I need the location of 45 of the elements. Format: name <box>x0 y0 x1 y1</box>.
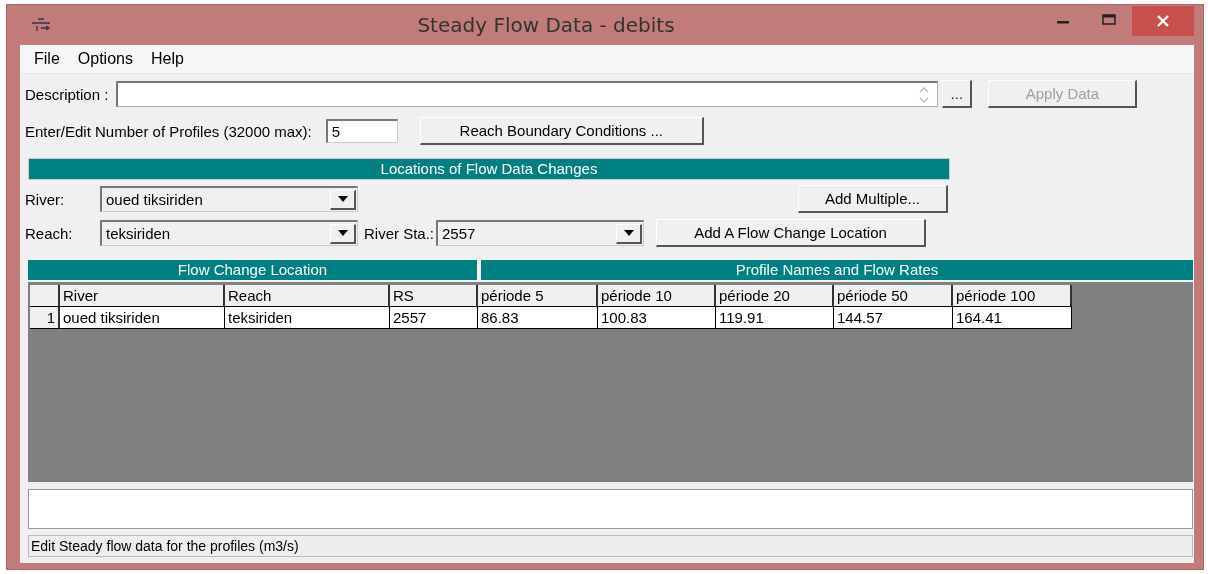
column-header: River <box>60 285 225 307</box>
river-station-dropdown[interactable]: 2557 <box>436 220 645 246</box>
river-dropdown[interactable]: oued tiksiriden <box>100 186 358 212</box>
table-group-header: Flow Change Location <box>28 260 477 280</box>
profiles-label: Enter/Edit Number of Profiles (32000 max): <box>25 122 312 140</box>
table-cell[interactable]: 164.41 <box>953 307 1072 329</box>
reach-boundary-button[interactable]: Reach Boundary Conditions ... <box>419 117 704 145</box>
window-title: Steady Flow Data - debits <box>416 13 676 37</box>
table-cell[interactable]: oued tiksiriden <box>60 307 225 329</box>
section-header: Locations of Flow Data Changes <box>28 158 950 180</box>
app-icon <box>30 17 52 33</box>
table-cell[interactable]: teksiriden <box>225 307 390 329</box>
menu-item[interactable]: Help <box>141 50 193 68</box>
table-cell[interactable]: 144.57 <box>834 307 953 329</box>
column-header: période 50 <box>834 285 953 307</box>
column-header: période 5 <box>478 285 598 307</box>
column-header: période 10 <box>598 285 716 307</box>
column-header: RS <box>390 285 478 307</box>
corner-cell <box>30 285 60 307</box>
reach-label: Reach: <box>25 224 74 242</box>
dropdown-arrow-icon <box>623 230 634 236</box>
description-field[interactable] <box>116 81 939 107</box>
menu-item[interactable]: Options <box>68 50 142 68</box>
dropdown-arrow-icon <box>337 196 348 202</box>
column-header: période 20 <box>716 285 834 307</box>
table-cell[interactable]: 86.83 <box>478 307 598 329</box>
description-label: Description : <box>25 85 109 103</box>
more-button[interactable]: ... <box>942 80 973 108</box>
close-icon[interactable] <box>1132 6 1194 36</box>
status-bar: Edit Steady flow data for the profiles (m3/s) <box>28 535 1193 557</box>
column-header: période 100 <box>953 285 1072 307</box>
add-location-button[interactable]: Add A Flow Change Location <box>656 219 927 247</box>
river-station-label: River Sta.: <box>364 224 435 242</box>
column-header: Reach <box>225 285 390 307</box>
dropdown-arrow-icon <box>337 230 348 236</box>
menu-item[interactable]: File <box>25 50 69 68</box>
table-cell[interactable]: 100.83 <box>598 307 716 329</box>
table-group-header: Profile Names and Flow Rates <box>481 260 1193 280</box>
table-cell[interactable]: 2557 <box>390 307 478 329</box>
row-number: 1 <box>30 307 60 329</box>
river-label: River: <box>25 190 66 208</box>
reach-dropdown[interactable]: teksiriden <box>100 220 358 246</box>
add-multiple-button[interactable]: Add Multiple... <box>798 185 948 213</box>
profiles-field[interactable]: 5 <box>325 119 398 143</box>
table-cell[interactable]: 119.91 <box>716 307 834 329</box>
